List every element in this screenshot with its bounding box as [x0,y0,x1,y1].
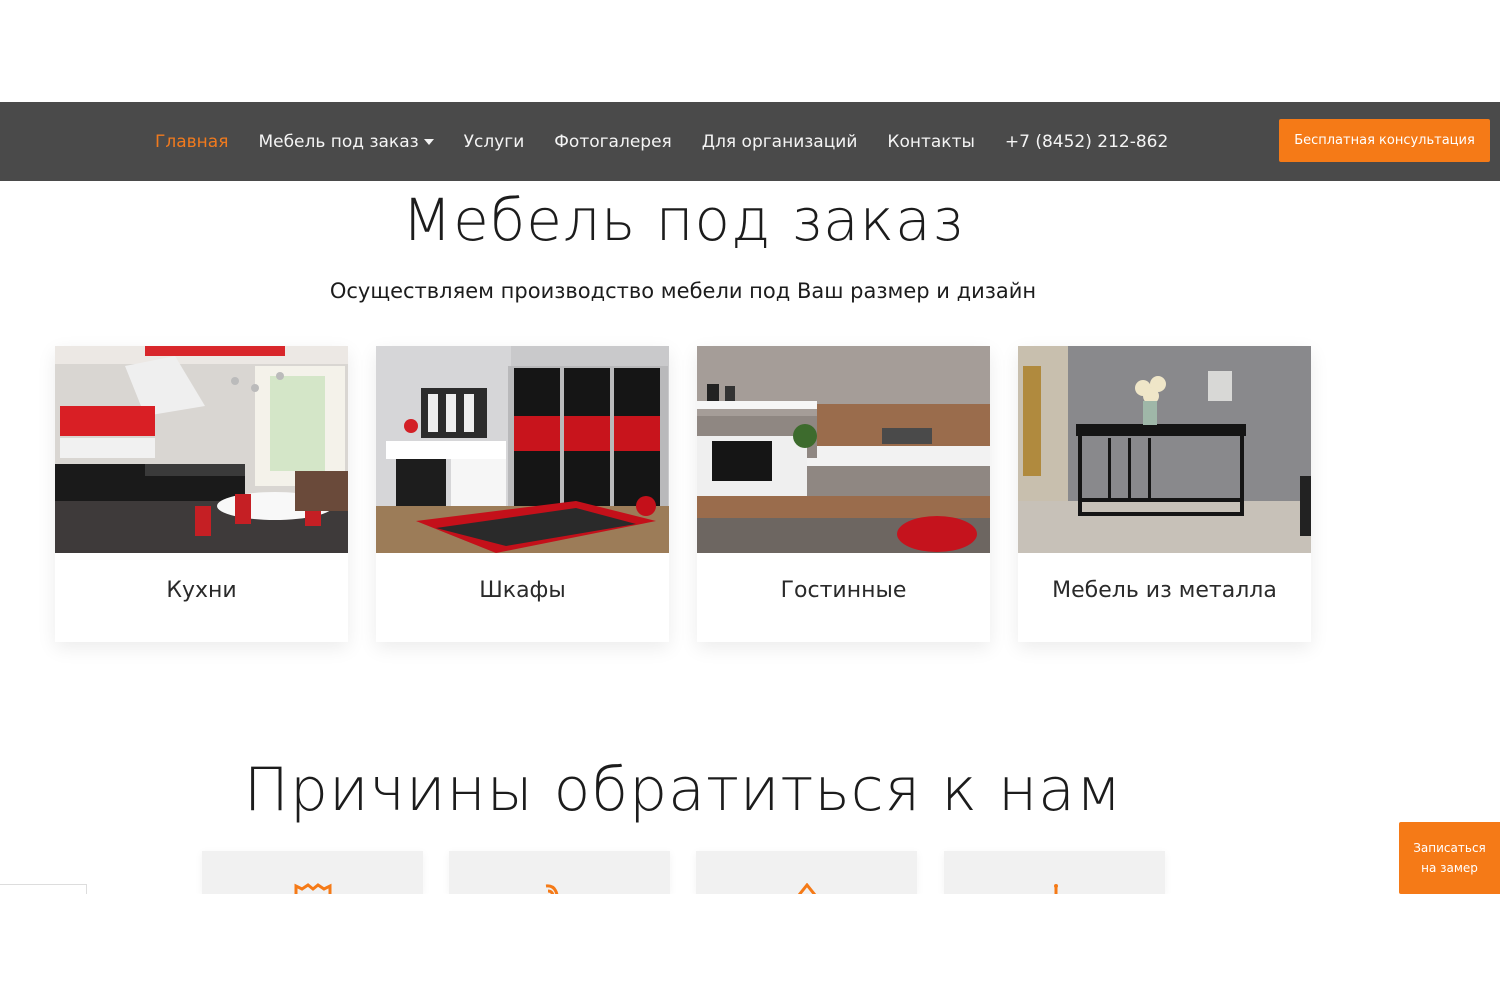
nav-item-services[interactable]: Услуги [464,132,525,152]
nav-item-custom-furniture-label: Мебель под заказ [258,131,419,152]
nav-phone-link[interactable]: +7 (8452) 212-862 [1005,132,1168,152]
category-card-living-rooms[interactable]: Гостинные [697,346,990,642]
reason-card [696,851,917,894]
reason-card [944,851,1165,894]
category-label: Кухни [166,578,237,603]
living-room-photo [697,346,990,553]
nav-item-contacts[interactable]: Контакты [887,132,975,152]
caret-down-icon [423,138,434,145]
main-nav: Главная Мебель под заказ Услуги Фотогале… [155,102,1168,181]
page-title: Мебель под заказ [402,186,964,254]
category-label: Гостинные [780,578,907,603]
reason-2-icon [545,884,559,894]
wardrobe-photo [376,346,669,553]
category-card-metal-furniture[interactable]: Мебель из металла [1018,346,1311,642]
category-card-wardrobes[interactable]: Шкафы [376,346,669,642]
category-label: Шкафы [479,578,566,603]
page-subtitle: Осуществляем производство мебели под Ваш… [329,279,1037,303]
nav-item-organizations[interactable]: Для организаций [702,132,858,152]
nav-item-gallery[interactable]: Фотогалерея [554,132,672,152]
page-bottom-area [0,894,1500,999]
book-measurement-line1: Записаться [1413,841,1486,855]
category-card-kitchens[interactable]: Кухни [55,346,348,642]
nav-item-home[interactable]: Главная [155,132,228,152]
reason-3-icon [797,883,817,894]
top-navigation-bar: Главная Мебель под заказ Услуги Фотогале… [0,102,1500,181]
metal-furniture-photo [1018,346,1311,553]
reason-card [449,851,670,894]
category-label: Мебель из металла [1052,578,1277,603]
nav-item-custom-furniture[interactable]: Мебель под заказ [258,131,434,152]
reason-4-icon [1054,884,1058,894]
reasons-section-title: Причины обратиться к нам [243,755,1123,825]
book-measurement-button[interactable]: Записаться на замер [1399,822,1500,894]
kitchen-photo [55,346,348,553]
free-consultation-button[interactable]: Бесплатная консультация [1279,119,1490,162]
reason-1-icon [294,883,332,894]
book-measurement-line2: на замер [1421,861,1478,875]
reason-card [202,851,423,894]
